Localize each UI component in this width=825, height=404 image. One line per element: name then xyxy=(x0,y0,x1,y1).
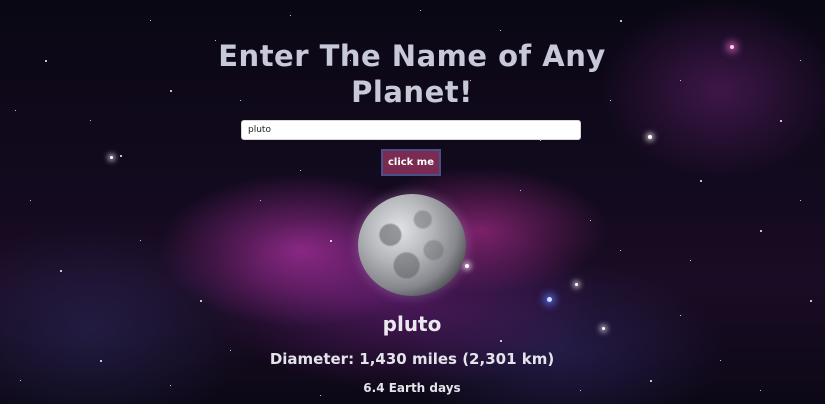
planet-search-page: Enter The Name of Any Planet! click me p… xyxy=(0,0,825,404)
planet-name: pluto xyxy=(382,312,442,336)
pluto-planet-image xyxy=(358,194,466,296)
click-me-button[interactable]: click me xyxy=(381,149,441,176)
planet-diameter: Diameter: 1,430 miles (2,301 km) xyxy=(269,350,555,368)
page-title: Enter The Name of Any Planet! xyxy=(218,39,606,109)
planet-search-input[interactable] xyxy=(241,120,581,140)
planet-day-length: 6.4 Earth days xyxy=(363,381,461,395)
